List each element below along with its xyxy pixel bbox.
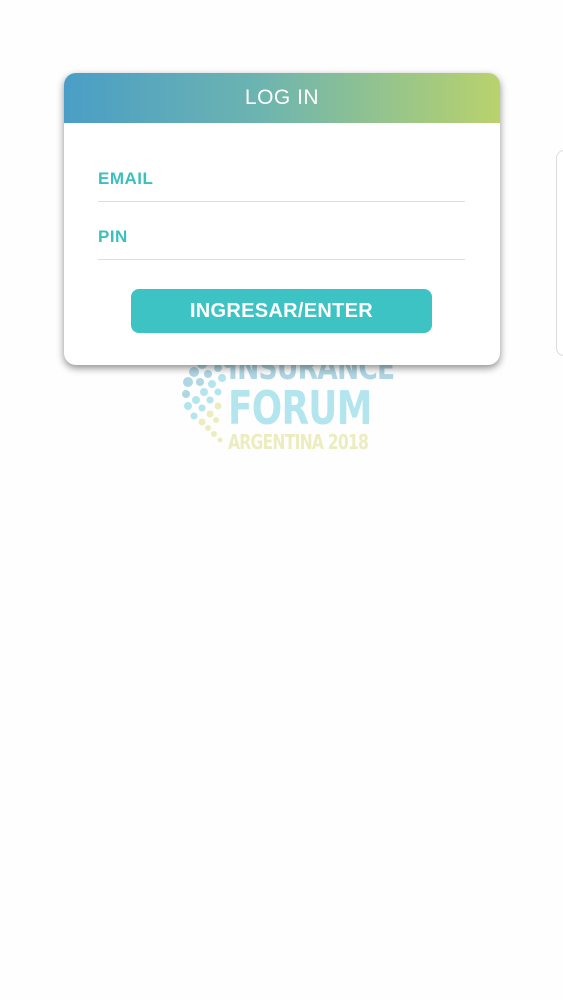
logo-line-forum: FORUM bbox=[228, 381, 372, 435]
logo-wordmark: INSURANCE FORUM ARGENTINA 2018 bbox=[228, 350, 395, 454]
edge-panel-handle[interactable] bbox=[556, 150, 563, 356]
login-card: LOG IN INGRESAR/ENTER bbox=[64, 73, 500, 365]
enter-button[interactable]: INGRESAR/ENTER bbox=[131, 289, 432, 333]
login-title: LOG IN bbox=[244, 86, 320, 109]
pin-field bbox=[98, 215, 465, 260]
logo-line-argentina: ARGENTINA 2018 bbox=[228, 430, 369, 454]
login-card-header: LOG IN bbox=[64, 73, 500, 123]
app-screen: INSURANCE FORUM ARGENTINA 2018 LOG IN IN… bbox=[0, 0, 563, 1000]
pin-input[interactable] bbox=[98, 215, 465, 259]
email-field bbox=[98, 157, 465, 202]
email-input[interactable] bbox=[98, 157, 465, 201]
